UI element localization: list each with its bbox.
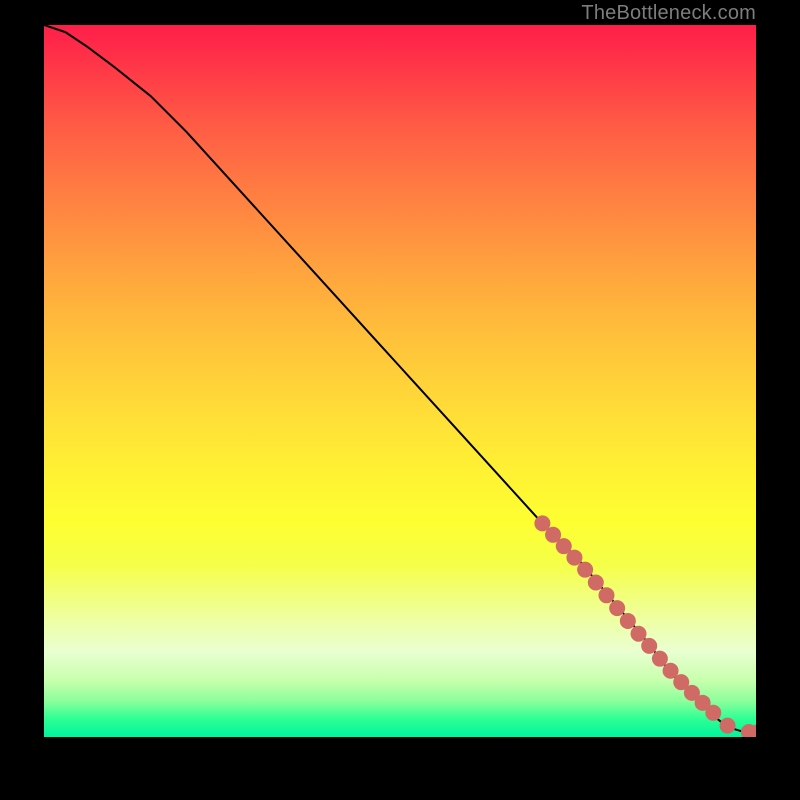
chart-stage: TheBottleneck.com — [0, 0, 800, 800]
watermark-label: TheBottleneck.com — [581, 2, 756, 25]
plot-background — [44, 25, 756, 737]
